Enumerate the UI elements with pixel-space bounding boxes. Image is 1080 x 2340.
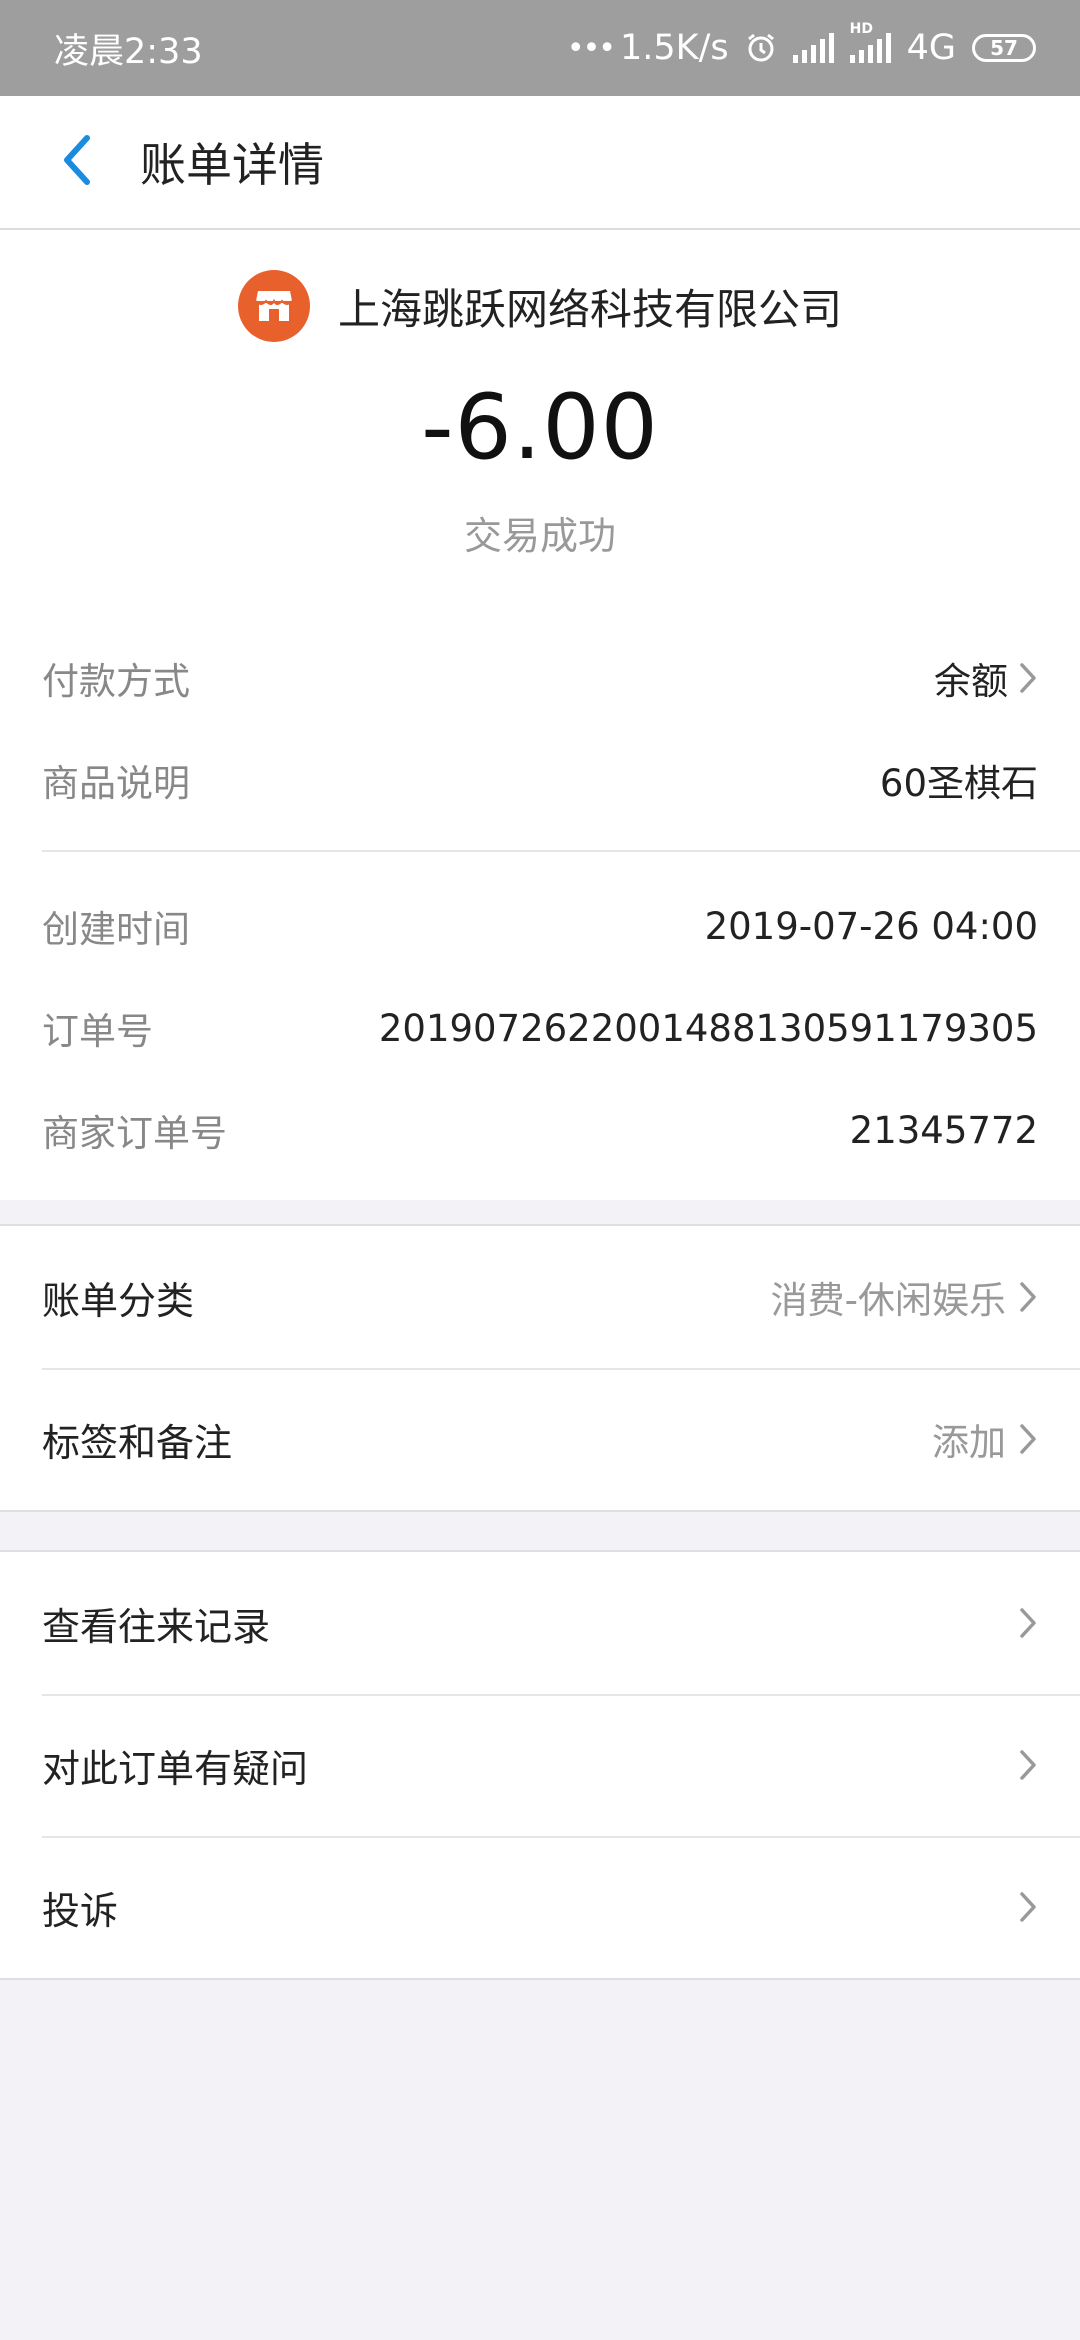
status-bar: 凌晨2:33 ••• 1.5K/s HD 4G 57 [0,0,1080,96]
list-item-label: 账单分类 [42,1278,195,1323]
order-question-item[interactable]: 对此订单有疑问 [0,1694,1080,1836]
battery-level: 57 [990,36,1018,60]
info-label: 创建时间 [42,908,190,951]
page-title: 账单详情 [140,138,324,192]
info-value: 2019-07-26 04:00 [704,904,1038,948]
order-number-row: 订单号 2019072622001488130591179305 [42,998,1038,1058]
transaction-status: 交易成功 [463,514,616,558]
info-label: 订单号 [42,1010,153,1053]
hd-label: HD [849,21,873,37]
tags-notes-item[interactable]: 标签和备注 添加 [0,1368,1080,1510]
created-time-row: 创建时间 2019-07-26 04:00 [42,896,1038,956]
back-button[interactable] [36,122,116,202]
category-section: 账单分类 消费-休闲娱乐 标签和备注 添加 [0,1224,1080,1512]
info-label: 商家订单号 [42,1112,227,1155]
bill-summary: 上海跳跃网络科技有限公司 -6.00 交易成功 付款方式 余额 商品说明 60圣… [0,230,1080,1200]
list-item-label: 对此订单有疑问 [42,1746,309,1791]
chevron-right-icon [1018,1890,1038,1924]
chevron-left-icon [59,134,93,190]
status-icons: ••• 1.5K/s HD 4G 57 [566,21,1036,68]
info-value: 2019072622001488130591179305 [378,1006,1038,1050]
chevron-right-icon [1018,1422,1038,1456]
bill-category-item[interactable]: 账单分类 消费-休闲娱乐 [0,1226,1080,1368]
info-label: 商品说明 [42,762,190,805]
nav-header: 账单详情 [0,96,1080,230]
divider [42,850,1080,852]
view-history-item[interactable]: 查看往来记录 [0,1552,1080,1694]
product-desc-row: 商品说明 60圣棋石 [42,750,1038,810]
network-type: 4G [906,28,956,68]
list-item-label: 查看往来记录 [42,1604,271,1649]
action-section: 查看往来记录 对此订单有疑问 投诉 [0,1550,1080,1980]
signal-icon [792,33,834,63]
chevron-right-icon [1018,661,1038,695]
amount: -6.00 [421,375,659,480]
chevron-right-icon [1018,1606,1038,1640]
chevron-right-icon [1018,1748,1038,1782]
battery-icon: 57 [972,34,1036,62]
payment-method-row[interactable]: 付款方式 余额 [42,648,1038,708]
network-speed: ••• 1.5K/s [566,28,729,68]
store-icon [237,270,310,342]
complaint-item[interactable]: 投诉 [0,1836,1080,1978]
list-item-label: 投诉 [42,1888,119,1933]
alarm-icon [745,32,777,64]
info-value: 60圣棋石 [879,762,1038,805]
chevron-right-icon [1018,1280,1038,1314]
info-value: 余额 [934,651,1038,705]
info-label: 付款方式 [42,660,190,703]
merchant-row: 上海跳跃网络科技有限公司 [0,270,1080,342]
info-value: 21345772 [849,1108,1038,1152]
signal-hd-icon: HD [849,21,891,63]
list-item-value: 添加 [932,1412,1038,1466]
status-time: 凌晨2:33 [54,31,203,72]
list-item-label: 标签和备注 [42,1420,233,1465]
merchant-order-row: 商家订单号 21345772 [42,1100,1038,1160]
merchant-name: 上海跳跃网络科技有限公司 [337,284,842,334]
more-dots-icon: ••• [566,30,616,66]
list-item-value: 消费-休闲娱乐 [771,1270,1038,1324]
